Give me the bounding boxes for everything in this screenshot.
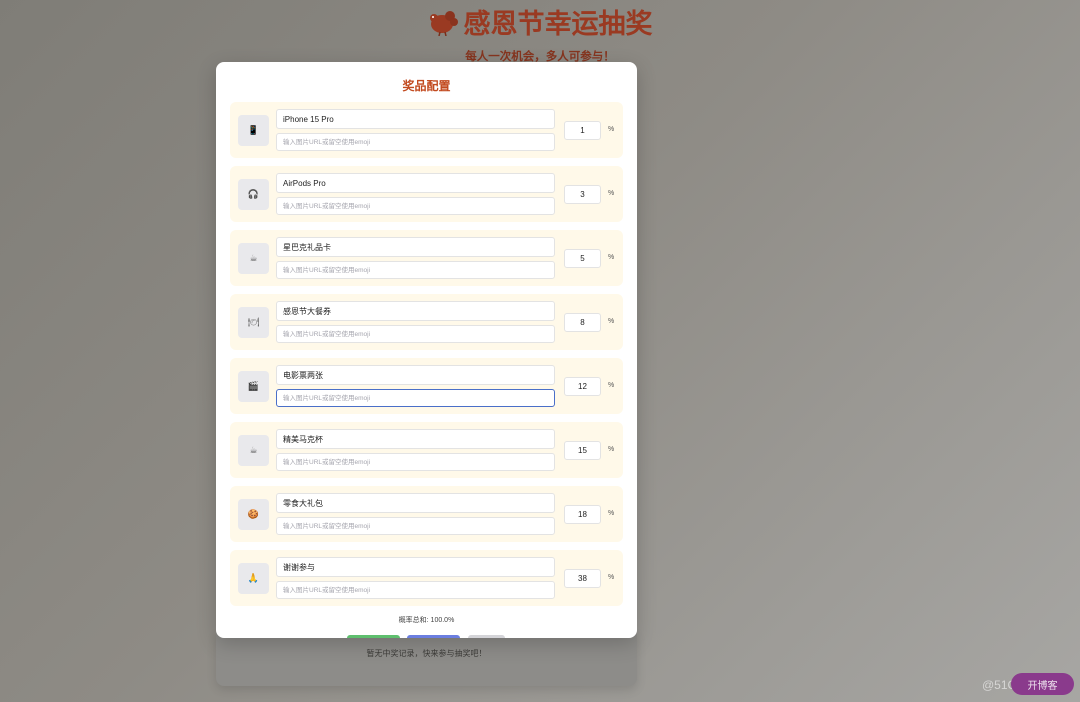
history-card: 暂无中奖记录，快来参与抽奖吧！ [216, 632, 637, 686]
prize-row: 🎬% [230, 358, 623, 414]
prize-name-input[interactable] [276, 301, 555, 321]
turkey-icon [428, 10, 458, 36]
percent-unit: % [608, 126, 615, 133]
cancel-button[interactable] [468, 635, 505, 638]
prize-probability-input[interactable] [564, 249, 601, 268]
prize-row: 🎧% [230, 166, 623, 222]
percent-unit: % [608, 446, 615, 453]
prize-image-url-input[interactable] [276, 133, 555, 151]
phone-icon[interactable]: 📱 [238, 115, 269, 146]
prize-image-url-input[interactable] [276, 197, 555, 215]
history-empty-text: 暂无中奖记录，快来参与抽奖吧！ [366, 649, 487, 658]
coffee-icon[interactable]: ☕ [238, 243, 269, 274]
prize-list: 📱%🎧%☕%🍽%🎬%☕%🍪%🙏% [230, 102, 623, 614]
prize-name-input[interactable] [276, 109, 555, 129]
modal-title: 奖品配置 [402, 79, 451, 93]
prize-image-url-input[interactable] [276, 581, 555, 599]
thanks-icon[interactable]: 🙏 [238, 563, 269, 594]
probability-total: 概率总和: 100.0% [398, 617, 455, 624]
prize-row: ☕% [230, 230, 623, 286]
prize-image-url-input[interactable] [276, 517, 555, 535]
prize-row: 🍪% [230, 486, 623, 542]
mug-icon[interactable]: ☕ [238, 435, 269, 466]
prize-row: 📱% [230, 102, 623, 158]
dinner-icon[interactable]: 🍽 [238, 307, 269, 338]
floating-blog-button[interactable]: 开博客 [1011, 673, 1074, 695]
prize-probability-input[interactable] [564, 121, 601, 140]
headphones-icon[interactable]: 🎧 [238, 179, 269, 210]
prize-probability-input[interactable] [564, 313, 601, 332]
percent-unit: % [608, 382, 615, 389]
prize-row: 🍽% [230, 294, 623, 350]
prize-probability-input[interactable] [564, 377, 601, 396]
prize-name-input[interactable] [276, 493, 555, 513]
page-title-text: 感恩节幸运抽奖 [463, 9, 653, 39]
prize-probability-input[interactable] [564, 441, 601, 460]
percent-unit: % [608, 510, 615, 517]
clapper-icon[interactable]: 🎬 [238, 371, 269, 402]
prize-probability-input[interactable] [564, 569, 601, 588]
prize-row: ☕% [230, 422, 623, 478]
prize-probability-input[interactable] [564, 185, 601, 204]
percent-unit: % [608, 190, 615, 197]
reset-button[interactable] [407, 635, 460, 638]
prize-image-url-input[interactable] [276, 389, 555, 407]
page-header: 感恩节幸运抽奖 每人一次机会，多人可参与！ [0, 2, 1080, 64]
save-button[interactable] [347, 635, 400, 638]
prize-name-input[interactable] [276, 173, 555, 193]
percent-unit: % [608, 318, 615, 325]
prize-name-input[interactable] [276, 557, 555, 577]
percent-unit: % [608, 574, 615, 581]
prize-name-input[interactable] [276, 365, 555, 385]
prize-name-input[interactable] [276, 237, 555, 257]
page-title: 感恩节幸运抽奖 [428, 2, 653, 41]
prize-image-url-input[interactable] [276, 453, 555, 471]
prize-name-input[interactable] [276, 429, 555, 449]
cookie-icon[interactable]: 🍪 [238, 499, 269, 530]
prize-image-url-input[interactable] [276, 261, 555, 279]
percent-unit: % [608, 254, 615, 261]
prize-row: 🙏% [230, 550, 623, 606]
prize-config-modal: 奖品配置 📱%🎧%☕%🍽%🎬%☕%🍪%🙏% 概率总和: 100.0% [216, 62, 637, 638]
prize-probability-input[interactable] [564, 505, 601, 524]
prize-image-url-input[interactable] [276, 325, 555, 343]
